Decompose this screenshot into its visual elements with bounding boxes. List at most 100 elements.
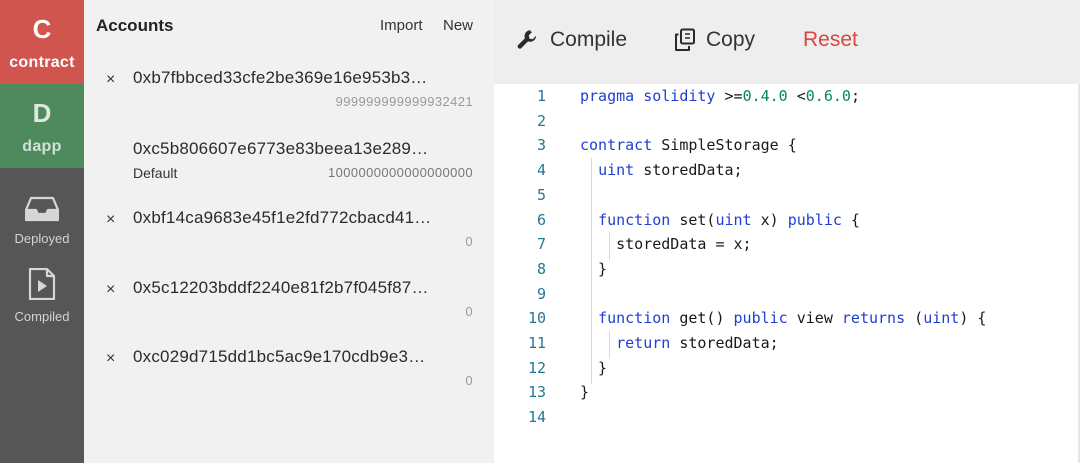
code-line: uint storedData;: [580, 161, 743, 179]
accounts-title: Accounts: [96, 16, 174, 35]
account-address: 0xc029d715dd1bc5ac9e170cdb9e3…: [133, 347, 426, 366]
code-token: uint: [598, 161, 635, 180]
compile-label: Compile: [550, 28, 628, 51]
dapp-tab-letter: D: [32, 98, 52, 128]
code-line: }: [580, 383, 589, 401]
code-token: function: [598, 309, 671, 328]
remove-account-icon[interactable]: ×: [106, 71, 115, 89]
new-account-button[interactable]: New: [443, 17, 473, 34]
code-token: function: [598, 210, 671, 229]
code-line: function set(uint x) public {: [580, 211, 860, 229]
code-token: {: [841, 210, 860, 229]
line-number: 6: [536, 210, 546, 229]
code-token: ;: [850, 87, 860, 105]
code-token: storedData = x;: [580, 235, 752, 254]
code-line: pragma solidity >=0.4.0 <0.6.0;: [580, 87, 860, 105]
code-token: 0.4.0: [742, 87, 788, 105]
code-token: public: [733, 309, 788, 328]
indent-guide: [591, 158, 592, 384]
code-token: return: [616, 334, 671, 352]
remove-account-icon[interactable]: ×: [106, 350, 115, 368]
account-balance: 0: [465, 234, 473, 249]
code-token: returns: [841, 309, 906, 328]
code-token: uint: [715, 210, 752, 229]
code-line: }: [580, 359, 607, 377]
code-token: 0.6.0: [805, 87, 851, 105]
remove-account-icon[interactable]: ×: [106, 211, 115, 229]
copy-button[interactable]: Copy: [674, 28, 755, 52]
code-token: }: [580, 259, 608, 278]
code-token: >=: [724, 87, 743, 105]
code-token: pragma solidity: [580, 87, 725, 105]
indent-guide: [609, 232, 610, 260]
code-editor[interactable]: 1 2 3 4 5 6 7 8 9 10 11 12 13 14 pragma solidity >=0.…: [494, 84, 1080, 463]
code-token: SimpleStorage {: [652, 136, 797, 155]
contract-tab[interactable]: C contract: [0, 0, 84, 84]
compiled-nav-label: Compiled: [14, 309, 70, 324]
line-number: 7: [536, 235, 546, 254]
line-number: 1: [536, 87, 546, 105]
account-balance: 0: [465, 373, 473, 388]
line-number: 14: [527, 408, 546, 427]
code-line: storedData = x;: [580, 235, 752, 254]
reset-button[interactable]: Reset: [803, 28, 858, 52]
account-address: 0x5c12203bddf2240e81f2b7f045f87…: [133, 278, 429, 297]
code-token: get(): [670, 309, 734, 328]
code-token: view: [787, 309, 842, 328]
contract-tab-label: contract: [9, 54, 75, 71]
line-number: 13: [527, 383, 546, 402]
reset-label: Reset: [803, 28, 858, 51]
copy-label: Copy: [706, 28, 756, 51]
account-balance: 0: [465, 304, 473, 319]
code-line: }: [580, 260, 607, 278]
indent-guide: [609, 331, 610, 359]
deployed-nav-label: Deployed: [14, 231, 70, 246]
dapp-tab-label: dapp: [22, 138, 62, 155]
copy-icon: [674, 28, 696, 52]
line-number: 5: [536, 185, 546, 204]
code-token: x): [751, 210, 788, 229]
inbox-icon: [24, 196, 60, 227]
line-number: 11: [527, 334, 546, 352]
wrench-icon: [516, 28, 540, 52]
account-address: 0xc5b806607e6773e83beea13e289…: [133, 139, 429, 158]
accounts-panel: Accounts Import New × 0xb7fbbced33cfe2be…: [84, 0, 494, 463]
code-token: }: [580, 383, 590, 402]
code-token: storedData;: [670, 334, 779, 352]
account-item[interactable]: × 0xbf14ca9683e45f1e2fd772cbacd41… 0: [84, 208, 494, 264]
line-number: 2: [536, 111, 546, 130]
editor-toolbar: Compile Copy Reset: [494, 0, 1080, 84]
deployed-nav-item[interactable]: Deployed: [0, 196, 84, 246]
import-account-button[interactable]: Import: [380, 17, 423, 34]
compiled-nav-item[interactable]: Compiled: [0, 267, 84, 324]
line-number: 9: [536, 284, 546, 303]
compile-button[interactable]: Compile: [516, 28, 627, 52]
code-token: uint: [923, 309, 960, 328]
line-number: 8: [536, 259, 546, 278]
account-item[interactable]: × 0xb7fbbced33cfe2be369e16e953b3… 999999…: [84, 68, 494, 124]
dapp-tab[interactable]: D dapp: [0, 84, 84, 168]
code-line: contract SimpleStorage {: [580, 136, 797, 154]
code-token: <: [787, 87, 806, 105]
app: C contract D dapp Deployed Compiled Acco…: [0, 0, 1080, 463]
code-token: contract: [580, 136, 653, 155]
line-number: 3: [536, 136, 546, 155]
line-number: 10: [527, 309, 546, 328]
account-address: 0xb7fbbced33cfe2be369e16e953b3…: [133, 68, 428, 87]
code-token: set(: [670, 210, 716, 229]
left-rail: C contract D dapp Deployed Compiled: [0, 0, 84, 463]
account-balance: 1000000000000000000: [328, 165, 473, 180]
editor-area: Compile Copy Reset 1 2 3 4 5 6 7 8 9 10 11 12 13 14 p…: [494, 0, 1080, 463]
line-number: 12: [527, 358, 546, 377]
account-item[interactable]: × 0x5c12203bddf2240e81f2b7f045f87… 0: [84, 278, 494, 334]
remove-account-icon[interactable]: ×: [106, 281, 115, 299]
account-item-default[interactable]: 0xc5b806607e6773e83beea13e289… Default 1…: [84, 139, 494, 195]
code-token: public: [787, 210, 842, 229]
contract-tab-letter: C: [32, 14, 52, 44]
account-item[interactable]: × 0xc029d715dd1bc5ac9e170cdb9e3… 0: [84, 347, 494, 403]
account-balance: 999999999999932421: [335, 94, 473, 109]
